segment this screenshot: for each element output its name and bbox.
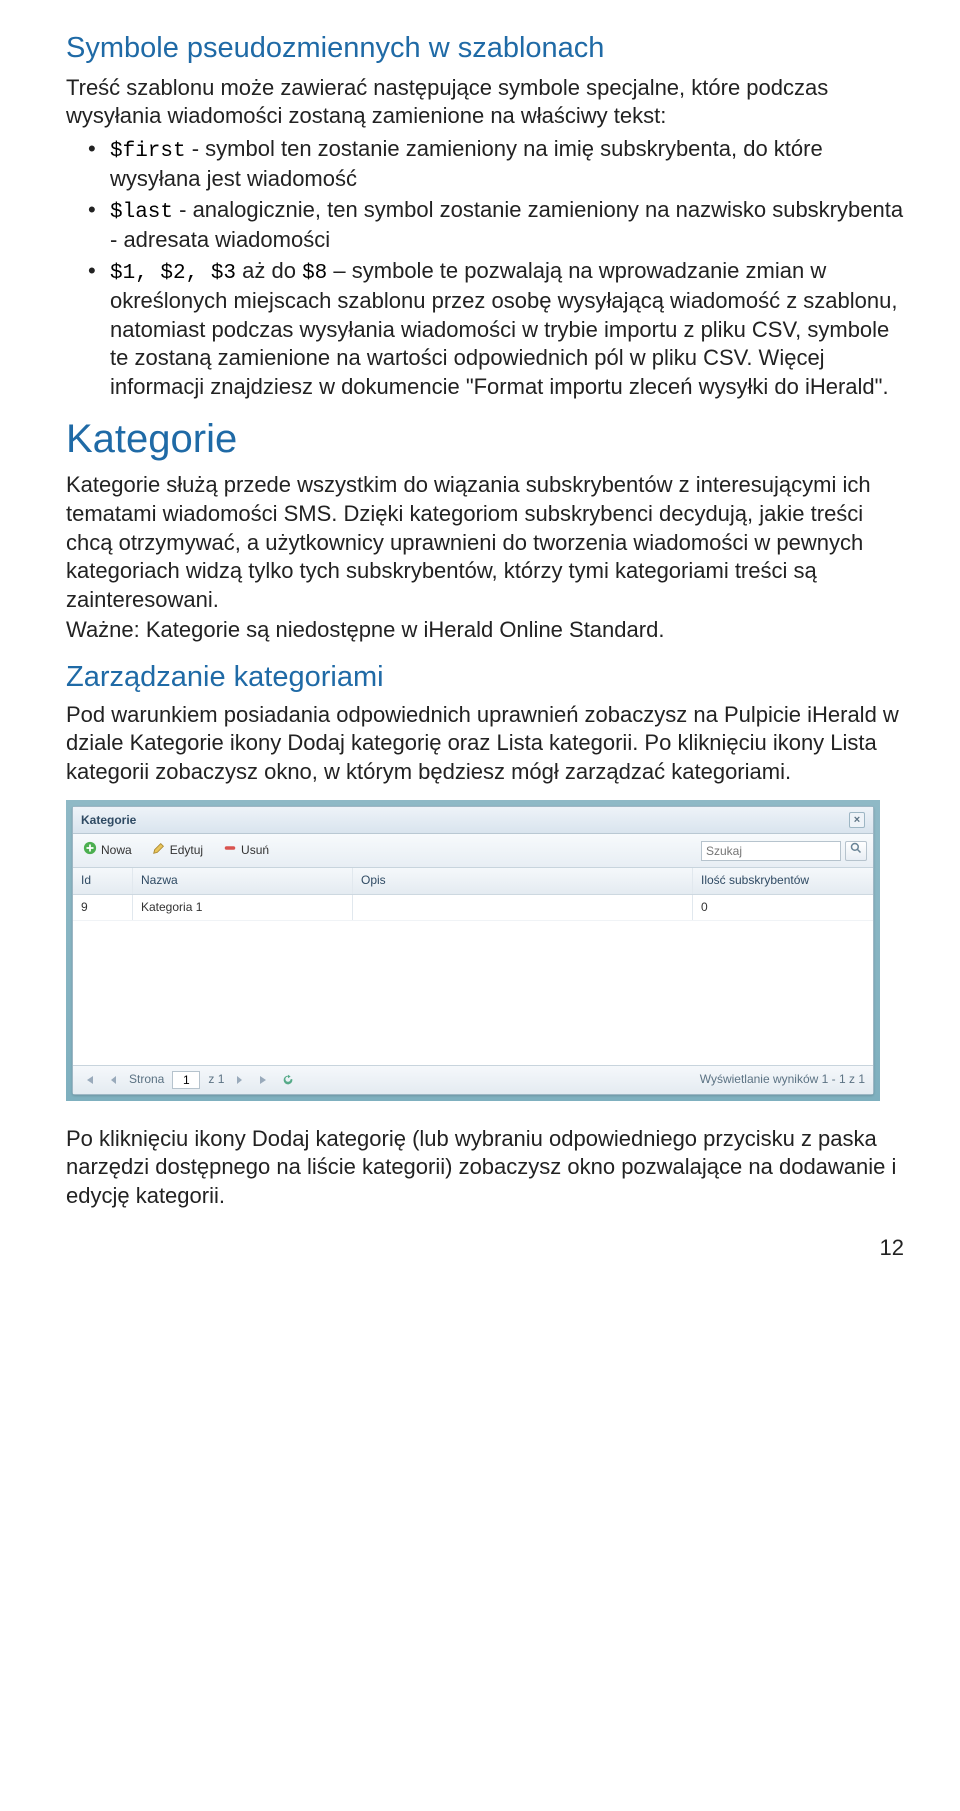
code-range-end: $8 (302, 262, 327, 285)
app-screenshot: Kategorie × Nowa Edytuj Usuń (66, 800, 880, 1100)
first-page-icon[interactable] (81, 1072, 97, 1088)
minus-icon (223, 841, 237, 860)
text: aż do (236, 258, 302, 283)
page-number: 12 (66, 1234, 904, 1263)
magnifier-icon (850, 842, 862, 859)
list-item: $last - analogicznie, ten symbol zostani… (110, 196, 904, 255)
list-item: $1, $2, $3 aż do $8 – symbole te pozwala… (110, 257, 904, 402)
new-button[interactable]: Nowa (79, 839, 136, 862)
grid-body: 9 Kategoria 1 0 (73, 895, 873, 1065)
heading-zarzadzanie: Zarządzanie kategoriami (66, 659, 904, 697)
code-range: $1, $2, $3 (110, 262, 236, 285)
page-input[interactable] (172, 1071, 200, 1089)
last-page-icon[interactable] (256, 1072, 272, 1088)
window-titlebar: Kategorie × (73, 807, 873, 834)
list-item: $first - symbol ten zostanie zamieniony … (110, 135, 904, 194)
next-page-icon[interactable] (232, 1072, 248, 1088)
page-label: Strona (129, 1072, 164, 1088)
code-first: $first (110, 140, 186, 163)
cell-opis (353, 895, 693, 921)
grid: Id Nazwa Opis Ilość subskrybentów 9 Kate… (73, 868, 873, 1065)
page-total: z 1 (208, 1072, 224, 1088)
new-button-label: Nowa (101, 843, 132, 859)
search-button[interactable] (845, 841, 867, 861)
heading-symbole: Symbole pseudozmiennych w szablonach (66, 30, 904, 68)
cell-id: 9 (73, 895, 133, 921)
edit-button-label: Edytuj (170, 843, 203, 859)
col-opis[interactable]: Opis (353, 868, 693, 894)
edit-button[interactable]: Edytuj (148, 839, 207, 862)
heading-kategorie: Kategorie (66, 413, 904, 465)
refresh-icon[interactable] (280, 1072, 296, 1088)
grid-footer: Strona z 1 Wyświetlanie wyników 1 - 1 z … (73, 1065, 873, 1094)
app-window: Kategorie × Nowa Edytuj Usuń (72, 806, 874, 1094)
kategorie-paragraph-1: Kategorie służą przede wszystkim do wiąz… (66, 471, 904, 614)
window-title: Kategorie (81, 813, 136, 829)
search-group (701, 841, 867, 861)
table-row[interactable]: 9 Kategoria 1 0 (73, 895, 873, 922)
delete-button-label: Usuń (241, 843, 269, 859)
text: - analogicznie, ten symbol zostanie zami… (110, 197, 903, 252)
toolbar: Nowa Edytuj Usuń (73, 834, 873, 868)
after-window-paragraph: Po kliknięciu ikony Dodaj kategorię (lub… (66, 1125, 904, 1211)
intro-paragraph: Treść szablonu może zawierać następujące… (66, 74, 904, 131)
col-id[interactable]: Id (73, 868, 133, 894)
cell-ilosc: 0 (693, 895, 873, 921)
prev-page-icon[interactable] (105, 1072, 121, 1088)
plus-icon (83, 841, 97, 860)
pencil-icon (152, 841, 166, 860)
kategorie-paragraph-2: Ważne: Kategorie są niedostępne w iHeral… (66, 616, 904, 645)
text: - symbol ten zostanie zamieniony na imię… (110, 136, 823, 191)
zarzadzanie-paragraph: Pod warunkiem posiadania odpowiednich up… (66, 701, 904, 787)
col-nazwa[interactable]: Nazwa (133, 868, 353, 894)
symbol-list: $first - symbol ten zostanie zamieniony … (66, 135, 904, 401)
cell-nazwa: Kategoria 1 (133, 895, 353, 921)
grid-header: Id Nazwa Opis Ilość subskrybentów (73, 868, 873, 895)
delete-button[interactable]: Usuń (219, 839, 273, 862)
results-label: Wyświetlanie wyników 1 - 1 z 1 (700, 1072, 865, 1088)
close-icon[interactable]: × (849, 812, 865, 828)
code-last: $last (110, 201, 173, 224)
search-input[interactable] (701, 841, 841, 861)
col-ilosc[interactable]: Ilość subskrybentów (693, 868, 873, 894)
